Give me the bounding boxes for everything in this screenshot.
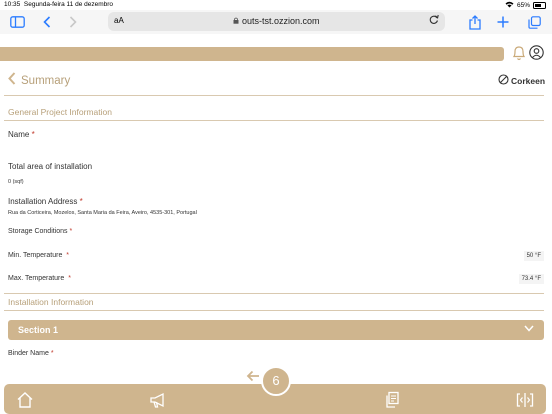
summary-back-link[interactable]: Summary <box>8 72 71 90</box>
required-mark: * <box>79 197 83 206</box>
forward-icon[interactable] <box>64 13 82 31</box>
divider <box>4 95 544 96</box>
status-date: Segunda-feira 11 de dezembro <box>23 1 114 8</box>
reload-icon[interactable] <box>429 14 439 28</box>
max-temp-label-text: Max. Temperature <box>8 275 65 282</box>
address-label-text: Installation Address <box>8 197 78 206</box>
lock-icon <box>233 16 242 26</box>
required-mark: * <box>68 275 71 282</box>
battery-percent: 65% <box>516 2 530 9</box>
status-time: 10:35 <box>4 1 21 8</box>
bell-icon[interactable] <box>512 44 526 62</box>
required-mark: * <box>69 228 73 235</box>
binder-label-text: Binder Name <box>8 350 49 357</box>
url-value: outs-tst.ozzion.com <box>241 16 320 26</box>
storage-conditions-label: Storage Conditions * <box>8 228 72 235</box>
arrow-left-icon[interactable] <box>246 370 260 385</box>
summary-title: Summary <box>21 75 71 87</box>
sidebar-icon[interactable] <box>8 13 26 31</box>
wifi-icon <box>505 1 514 10</box>
max-temp-input[interactable]: 73.4 °F <box>518 274 544 284</box>
name-label-text: Name <box>8 130 30 139</box>
address-value: Rua da Corticeira, Mozelos, Santa Maria … <box>8 210 197 216</box>
address-bar[interactable]: aA outs-tst.ozzion.com <box>108 12 445 31</box>
storage-label-text: Storage Conditions <box>8 228 68 235</box>
divider <box>4 293 544 294</box>
share-icon[interactable] <box>466 13 484 31</box>
status-time-date: 10:35 Segunda-feira 11 de dezembro <box>4 1 113 8</box>
section-1-title: Section 1 <box>18 325 59 335</box>
user-icon[interactable] <box>529 45 544 60</box>
install-section-heading: Installation Information <box>8 297 94 307</box>
app-header-bar <box>0 47 504 61</box>
section-1-accordion[interactable]: Section 1 <box>8 320 544 340</box>
address-field-label: Installation Address * <box>8 197 83 206</box>
binder-name-label: Binder Name * <box>8 350 54 357</box>
name-field-label: Name * <box>8 130 35 139</box>
min-temp-label-text: Min. Temperature <box>8 252 63 259</box>
required-mark: * <box>66 252 69 259</box>
corkeen-logo-text: Corkeen <box>511 76 546 86</box>
battery-icon <box>533 2 546 9</box>
general-section-heading: General Project Information <box>8 107 112 117</box>
total-area-value: 0 (sqf) <box>8 179 24 185</box>
status-right: 65% <box>505 1 546 10</box>
split-icon[interactable] <box>516 391 534 409</box>
url-text[interactable]: outs-tst.ozzion.com <box>108 16 445 26</box>
min-temp-input[interactable]: 50 °F <box>523 251 544 261</box>
total-area-label: Total area of installation <box>8 162 93 171</box>
required-mark: * <box>50 350 54 357</box>
pager: 6 <box>246 366 291 396</box>
max-temp-label: Max. Temperature * <box>8 275 71 282</box>
tabs-icon[interactable] <box>525 13 543 31</box>
megaphone-icon[interactable] <box>149 391 167 409</box>
chevron-down-icon <box>524 323 534 335</box>
browser-toolbar: aA outs-tst.ozzion.com <box>0 10 552 34</box>
back-icon[interactable] <box>38 13 56 31</box>
page-number-badge[interactable]: 6 <box>261 366 291 396</box>
min-temp-label: Min. Temperature * <box>8 252 69 259</box>
documents-icon[interactable] <box>384 391 402 409</box>
status-bar: 10:35 Segunda-feira 11 de dezembro 65% <box>0 0 552 10</box>
divider <box>4 120 544 121</box>
chevron-left-icon <box>8 72 16 90</box>
corkeen-logo-mark-icon <box>498 74 509 88</box>
home-icon[interactable] <box>16 391 34 409</box>
plus-icon[interactable] <box>494 13 512 31</box>
corkeen-logo: Corkeen <box>498 74 545 88</box>
required-mark: * <box>31 130 35 139</box>
divider <box>4 310 544 311</box>
